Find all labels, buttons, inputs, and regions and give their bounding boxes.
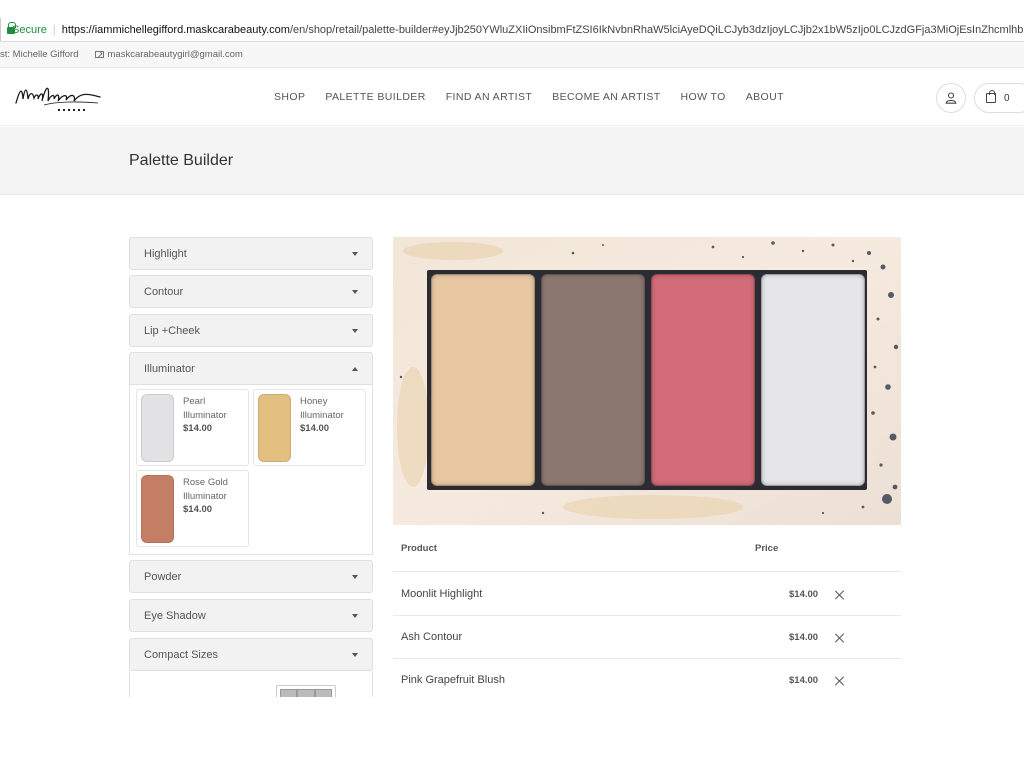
category-label: Contour <box>144 285 184 298</box>
product-price: $14.00 <box>183 423 213 434</box>
page-cutoff <box>0 697 1024 768</box>
url-path: /en/shop/retail/palette-builder#eyJjb250… <box>289 23 1024 36</box>
column-price: Price <box>755 543 779 554</box>
row-product-name: Ash Contour <box>401 631 463 643</box>
compact-sizes-preview <box>129 671 373 697</box>
category-powder[interactable]: Powder <box>129 560 373 593</box>
host-bar: st: Michelle Gifford maskcarabeautygirl@… <box>0 42 1024 68</box>
table-row: Pink Grapefruit Blush $14.00 <box>393 659 901 702</box>
column-product: Product <box>401 543 437 554</box>
compact-size-option[interactable] <box>276 685 336 697</box>
product-swatch <box>141 394 174 462</box>
product-name: Pearl Illuminator <box>183 396 227 421</box>
category-illuminator[interactable]: Illuminator <box>129 352 373 385</box>
table-row: Ash Contour $14.00 <box>393 616 901 659</box>
tab-edge <box>0 18 1 41</box>
category-lip-cheek[interactable]: Lip +Cheek <box>129 314 373 347</box>
nav-about[interactable]: ABOUT <box>746 91 784 103</box>
product-name: Honey Illuminator <box>300 396 344 421</box>
row-price: $14.00 <box>789 589 819 600</box>
palette-pan[interactable] <box>541 274 645 486</box>
main-nav: SHOP PALETTE BUILDER FIND AN ARTIST BECO… <box>274 91 804 103</box>
row-price: $14.00 <box>789 675 819 686</box>
address-bar[interactable]: Secure | https://iammichellegifford.mask… <box>0 18 1024 42</box>
host-name: st: Michelle Gifford <box>0 49 79 60</box>
remove-icon[interactable] <box>834 632 846 644</box>
category-eye-shadow[interactable]: Eye Shadow <box>129 599 373 632</box>
product-table-header: Product Price <box>393 530 901 572</box>
url-separator: | <box>52 23 56 36</box>
chevron-down-icon <box>352 614 358 618</box>
category-label: Highlight <box>144 247 187 260</box>
product-swatch <box>258 394 291 462</box>
category-highlight[interactable]: Highlight <box>129 237 373 270</box>
envelope-icon <box>94 51 104 58</box>
category-label: Powder <box>144 570 182 583</box>
maskcara-logo[interactable] <box>14 79 104 115</box>
page-title: Palette Builder <box>129 152 234 169</box>
palette-preview <box>393 237 901 525</box>
row-price: $14.00 <box>789 632 819 643</box>
compact-thumbnail <box>280 689 332 697</box>
cart-count: 0 <box>1004 92 1010 104</box>
chevron-down-icon <box>352 329 358 333</box>
product-card-pearl-illuminator[interactable]: Pearl Illuminator $14.00 <box>136 389 249 466</box>
chevron-down-icon <box>352 252 358 256</box>
palette-pan[interactable] <box>761 274 865 486</box>
cart-button[interactable]: 0 <box>974 83 1024 113</box>
secure-label: Secure <box>12 23 47 36</box>
palette-pan[interactable] <box>651 274 755 486</box>
url-text[interactable]: https://iammichellegifford.maskcarabeaut… <box>62 24 1024 36</box>
product-price: $14.00 <box>183 504 213 515</box>
remove-icon[interactable] <box>834 589 846 601</box>
row-product-name: Moonlit Highlight <box>401 588 483 600</box>
chevron-down-icon <box>352 653 358 657</box>
product-card-rose-gold-illuminator[interactable]: Rose Gold Illuminator $14.00 <box>136 470 249 547</box>
title-band: Palette Builder <box>0 127 1024 195</box>
category-label: Compact Sizes <box>144 648 218 661</box>
remove-icon[interactable] <box>834 675 846 687</box>
user-icon <box>945 92 957 104</box>
category-contour[interactable]: Contour <box>129 275 373 308</box>
site-header: SHOP PALETTE BUILDER FIND AN ARTIST BECO… <box>0 69 1024 126</box>
product-name: Rose Gold Illuminator <box>183 477 228 502</box>
account-button[interactable] <box>936 83 966 113</box>
url-host: https://iammichellegifford.maskcarabeaut… <box>61 23 290 36</box>
category-label: Eye Shadow <box>144 609 206 622</box>
product-price: $14.00 <box>300 423 330 434</box>
nav-become-an-artist[interactable]: BECOME AN ARTIST <box>552 91 660 103</box>
category-compact-sizes[interactable]: Compact Sizes <box>129 638 373 671</box>
product-swatch <box>141 475 174 543</box>
nav-shop[interactable]: SHOP <box>274 91 305 103</box>
host-email[interactable]: maskcarabeautygirl@gmail.com <box>94 49 243 60</box>
row-product-name: Pink Grapefruit Blush <box>401 674 505 686</box>
palette-pan[interactable] <box>431 274 535 486</box>
palette-tray <box>427 270 867 490</box>
category-label: Illuminator <box>144 362 195 375</box>
category-label: Lip +Cheek <box>144 324 200 337</box>
nav-find-an-artist[interactable]: FIND AN ARTIST <box>446 91 533 103</box>
nav-how-to[interactable]: HOW TO <box>681 91 726 103</box>
nav-palette-builder[interactable]: PALETTE BUILDER <box>325 91 425 103</box>
shopping-bag-icon <box>986 90 996 103</box>
host-email-text: maskcarabeautygirl@gmail.com <box>107 49 243 60</box>
chevron-down-icon <box>352 290 358 294</box>
chevron-down-icon <box>352 575 358 579</box>
product-card-honey-illuminator[interactable]: Honey Illuminator $14.00 <box>253 389 366 466</box>
table-row: Moonlit Highlight $14.00 <box>393 573 901 616</box>
chevron-up-icon <box>352 367 358 371</box>
